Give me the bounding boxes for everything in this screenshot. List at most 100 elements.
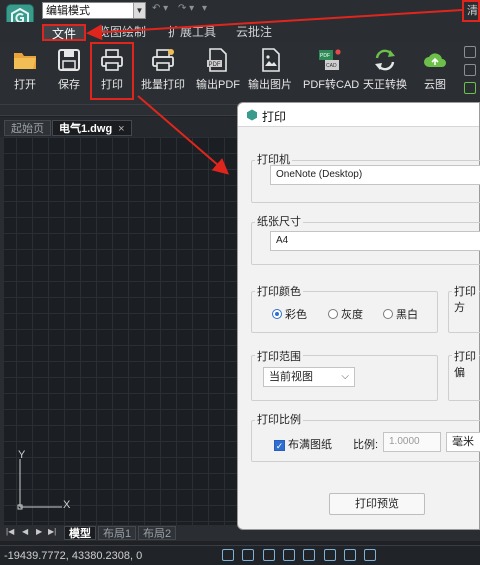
cloud-drawing-label: 云图 xyxy=(424,79,446,91)
ucs-icon: Y X xyxy=(16,449,76,518)
title-bar-right-label: 清 xyxy=(467,5,478,17)
pdf-to-cad-label: PDF转CAD xyxy=(303,79,360,91)
svg-text:PDF: PDF xyxy=(209,62,221,68)
print-offset-group-label: 打印偏 xyxy=(452,348,479,380)
scale-unit-select[interactable]: 毫米 xyxy=(446,432,480,452)
pdf-to-cad-icon: PDF CAD xyxy=(319,49,341,70)
tangent-convert-button[interactable]: 天正转换 xyxy=(362,48,408,94)
otrack-toggle-icon[interactable] xyxy=(323,549,336,561)
svg-text:CAD: CAD xyxy=(326,63,337,69)
ucs-x-label: X xyxy=(63,499,71,511)
last-layout-icon[interactable]: ▶| xyxy=(48,527,56,536)
print-scale-group-label: 打印比例 xyxy=(255,411,303,427)
tangent-convert-label: 天正转换 xyxy=(363,79,407,91)
polar-toggle-icon[interactable] xyxy=(283,549,296,561)
cloud-icon xyxy=(424,53,446,67)
print-range-value: 当前视图 xyxy=(269,371,313,383)
open-button[interactable]: 打开 xyxy=(10,48,40,94)
color-option-color[interactable]: 彩色 xyxy=(272,306,307,322)
menu-cloud-annotation[interactable]: 云批注 xyxy=(236,24,272,41)
menu-extend-tools[interactable]: 扩展工具 xyxy=(168,24,216,41)
ribbon-side-icons xyxy=(464,46,478,100)
batch-print-icon xyxy=(152,49,174,71)
print-dialog-titlebar[interactable]: 打印 xyxy=(238,103,479,127)
pdf-export-icon: PDF xyxy=(207,48,227,72)
menu-file[interactable]: 文件 xyxy=(42,24,86,41)
color-option-gray-label: 灰度 xyxy=(341,309,363,321)
image-export-icon xyxy=(262,48,280,72)
radio-icon xyxy=(328,309,338,319)
menu-bar: 文件 览图绘制 扩展工具 云批注 xyxy=(0,22,480,42)
close-icon[interactable]: × xyxy=(118,123,124,135)
side-share-icon[interactable] xyxy=(464,82,476,94)
printer-icon xyxy=(101,49,123,71)
export-image-button[interactable]: 输出图片 xyxy=(247,48,293,94)
redo-icon[interactable]: ↷ ▾ xyxy=(178,3,194,14)
print-label: 打印 xyxy=(101,79,123,91)
print-button[interactable]: 打印 xyxy=(90,42,134,100)
fit-to-paper-checkbox[interactable]: ✓ 布满图纸 xyxy=(274,436,332,452)
save-icon xyxy=(58,49,80,71)
quick-access-more-icon[interactable]: ▾ xyxy=(202,3,207,14)
folder-open-icon xyxy=(14,53,36,69)
tab-layout-2[interactable]: 布局2 xyxy=(138,526,177,540)
next-layout-icon[interactable]: ▶ xyxy=(36,527,42,536)
mode-select[interactable]: 编辑模式 ▼ xyxy=(42,2,146,19)
prev-layout-icon[interactable]: ◀ xyxy=(22,527,28,536)
ucs-y-label: Y xyxy=(18,449,26,461)
snap-toggle-icon[interactable] xyxy=(222,549,234,561)
export-pdf-label: 输出PDF xyxy=(196,79,240,91)
tab-active-drawing[interactable]: 电气1.dwg × xyxy=(52,120,132,136)
radio-selected-icon xyxy=(272,309,282,319)
scale-ratio-label: 比例: xyxy=(353,439,379,451)
printer-select[interactable]: OneNote (Desktop) xyxy=(270,165,480,185)
batch-print-button[interactable]: 批量打印 xyxy=(140,48,186,94)
tab-start-page[interactable]: 起始页 xyxy=(4,120,51,136)
tab-model[interactable]: 模型 xyxy=(64,526,96,540)
cursor-coordinates: -19439.7772, 43380.2308, 0 xyxy=(4,550,143,562)
radio-icon xyxy=(383,309,393,319)
lineweight-toggle-icon[interactable] xyxy=(344,549,357,561)
pdf-to-cad-button[interactable]: PDF CAD PDF转CAD xyxy=(303,48,360,94)
print-direction-group-label: 打印方 xyxy=(452,283,479,315)
menu-view-draw[interactable]: 览图绘制 xyxy=(98,24,146,41)
svg-text:PDF: PDF xyxy=(320,53,330,59)
save-label: 保存 xyxy=(58,79,80,91)
tab-active-drawing-label: 电气1.dwg xyxy=(59,123,113,135)
checkbox-checked-icon: ✓ xyxy=(274,440,285,451)
mode-select-value: 编辑模式 xyxy=(46,5,90,17)
convert-icon xyxy=(375,49,395,71)
chevron-down-icon[interactable]: ▼ xyxy=(133,3,145,18)
fullscreen-toggle-icon[interactable] xyxy=(364,549,377,561)
color-option-bw-label: 黑白 xyxy=(396,309,418,321)
side-file-icon[interactable] xyxy=(464,46,476,58)
title-bar: 编辑模式 ▼ ↶ ▾ ↷ ▾ ▾ 清 xyxy=(0,0,480,22)
save-button[interactable]: 保存 xyxy=(54,48,84,94)
osnap-toggle-icon[interactable] xyxy=(303,549,316,561)
first-layout-icon[interactable]: |◀ xyxy=(6,527,14,536)
title-bar-right-item[interactable]: 清 xyxy=(462,0,480,22)
ortho-toggle-icon[interactable] xyxy=(262,549,275,561)
print-color-group-label: 打印颜色 xyxy=(255,283,303,299)
side-settings-icon[interactable] xyxy=(464,64,476,76)
color-option-bw[interactable]: 黑白 xyxy=(383,306,418,322)
print-range-select[interactable]: 当前视图 ⌵ xyxy=(263,367,355,387)
open-label: 打开 xyxy=(14,79,36,91)
scale-ratio-input[interactable]: 1.0000 xyxy=(383,432,441,452)
export-pdf-button[interactable]: PDF 输出PDF xyxy=(196,48,240,94)
grid-toggle-icon[interactable] xyxy=(242,549,255,561)
status-toggles xyxy=(222,549,381,564)
paper-size-group-label: 纸张尺寸 xyxy=(255,213,303,229)
chevron-down-icon: ⌵ xyxy=(341,371,349,382)
print-dialog-title: 打印 xyxy=(262,110,287,124)
print-preview-button[interactable]: 打印预览 xyxy=(329,493,425,515)
tab-layout-1[interactable]: 布局1 xyxy=(98,526,137,540)
color-option-gray[interactable]: 灰度 xyxy=(328,306,363,322)
undo-icon[interactable]: ↶ ▾ xyxy=(152,3,168,14)
cloud-drawing-button[interactable]: 云图 xyxy=(420,48,450,94)
color-option-color-label: 彩色 xyxy=(285,309,307,321)
status-bar: -19439.7772, 43380.2308, 0 xyxy=(0,545,480,565)
dialog-app-icon xyxy=(247,109,257,121)
paper-size-select[interactable]: A4 xyxy=(270,231,480,251)
print-dialog: 打印 打印机 OneNote (Desktop) 纸张尺寸 A4 打印颜色 彩色… xyxy=(237,102,480,530)
